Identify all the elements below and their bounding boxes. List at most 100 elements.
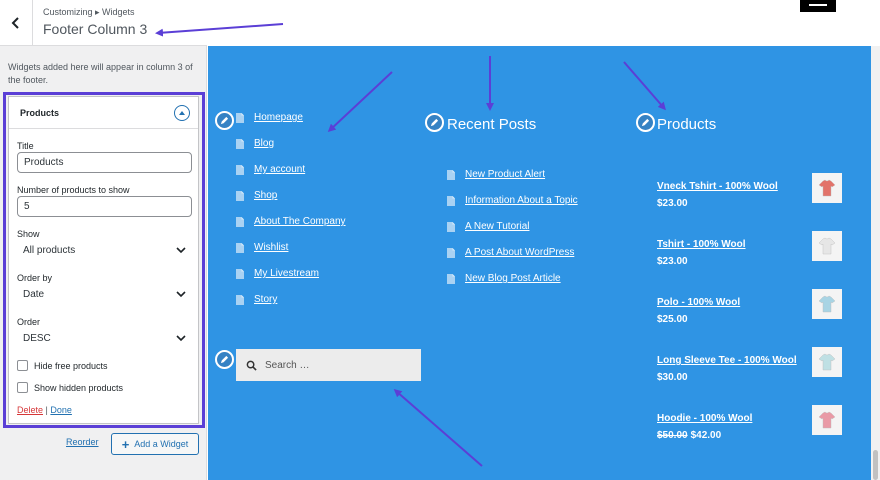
page-icon bbox=[236, 216, 244, 227]
shirt-icon bbox=[818, 411, 836, 429]
title-label: Title bbox=[17, 141, 34, 151]
add-widget-button[interactable]: + Add a Widget bbox=[111, 433, 199, 455]
nav-menu-item-label: Story bbox=[254, 294, 278, 305]
customizer-sidebar: Customizing ▸ Widgets Footer Column 3 Wi… bbox=[0, 0, 207, 480]
recent-post-item[interactable]: New Product Alert bbox=[447, 169, 545, 180]
show-select[interactable]: All products bbox=[17, 240, 192, 260]
widget-header[interactable]: Products bbox=[9, 97, 198, 129]
order-select[interactable]: DESC bbox=[17, 328, 192, 348]
nav-menu-item-label: Shop bbox=[254, 190, 278, 201]
reorder-link[interactable]: Reorder bbox=[66, 437, 99, 447]
nav-menu-item-label: My account bbox=[254, 164, 306, 175]
order-label: Order bbox=[17, 317, 41, 327]
edit-shortcut-nav[interactable] bbox=[215, 111, 234, 130]
search-field[interactable]: Search … bbox=[236, 349, 421, 381]
nav-menu-item[interactable]: About The Company bbox=[236, 216, 346, 227]
product-thumbnail[interactable] bbox=[812, 405, 842, 435]
hide-free-checkbox[interactable] bbox=[17, 360, 28, 371]
page-icon bbox=[447, 247, 455, 258]
edit-shortcut-products[interactable] bbox=[636, 113, 655, 132]
edit-shortcut-search[interactable] bbox=[215, 350, 234, 369]
page-icon bbox=[236, 242, 244, 253]
page-icon bbox=[236, 268, 244, 279]
shirt-icon bbox=[818, 237, 836, 255]
page-icon bbox=[447, 273, 455, 284]
done-link[interactable]: Done bbox=[50, 405, 72, 415]
product-thumbnail[interactable] bbox=[812, 231, 842, 261]
search-icon bbox=[246, 360, 257, 371]
nav-menu-item[interactable]: Shop bbox=[236, 190, 277, 201]
nav-menu-item[interactable]: Blog bbox=[236, 138, 274, 149]
shirt-icon bbox=[818, 295, 836, 313]
page-icon bbox=[447, 195, 455, 206]
edit-shortcut-recent-posts[interactable] bbox=[425, 113, 444, 132]
hide-free-checkbox-row[interactable]: Hide free products bbox=[17, 360, 108, 371]
panel-title: Footer Column 3 bbox=[43, 21, 148, 37]
nav-menu-item-label: Homepage bbox=[254, 112, 303, 123]
nav-menu-item-label: Blog bbox=[254, 138, 275, 149]
product-thumbnail[interactable] bbox=[812, 289, 842, 319]
products-title: Products bbox=[657, 116, 717, 133]
nav-menu-item-label: Wishlist bbox=[254, 242, 289, 253]
recent-post-item[interactable]: Information About a Topic bbox=[447, 195, 578, 206]
menu-toggle-button[interactable] bbox=[800, 0, 836, 12]
show-label: Show bbox=[17, 229, 40, 239]
chevron-down-icon bbox=[176, 247, 186, 254]
product-price-value: $25.00 bbox=[657, 314, 688, 325]
scrollbar-thumb[interactable] bbox=[873, 450, 878, 480]
nav-menu-item[interactable]: Wishlist bbox=[236, 242, 288, 253]
page-icon bbox=[236, 190, 244, 201]
orderby-select[interactable]: Date bbox=[17, 284, 192, 304]
recent-post-item[interactable]: New Blog Post Article bbox=[447, 273, 561, 284]
breadcrumb: Customizing ▸ Widgets bbox=[43, 7, 135, 17]
recent-post-label: Information About a Topic bbox=[465, 195, 578, 206]
hide-free-label: Hide free products bbox=[34, 360, 108, 371]
recent-posts-title: Recent Posts bbox=[447, 116, 537, 133]
recent-post-item[interactable]: A Post About WordPress bbox=[447, 247, 574, 258]
nav-menu-item[interactable]: Homepage bbox=[236, 112, 303, 123]
page-icon bbox=[236, 138, 244, 149]
recent-post-label: New Blog Post Article bbox=[465, 273, 561, 284]
recent-post-label: A New Tutorial bbox=[465, 221, 530, 232]
widget-title: Products bbox=[20, 108, 60, 118]
page-icon bbox=[447, 169, 455, 180]
nav-menu-item[interactable]: Story bbox=[236, 294, 277, 305]
search-placeholder: Search … bbox=[265, 359, 310, 371]
pencil-icon bbox=[641, 118, 650, 127]
show-select-value: All products bbox=[23, 244, 76, 256]
count-label: Number of products to show bbox=[17, 185, 130, 195]
show-hidden-checkbox[interactable] bbox=[17, 382, 28, 393]
pencil-icon bbox=[220, 355, 229, 364]
product-thumbnail[interactable] bbox=[812, 173, 842, 203]
count-input[interactable] bbox=[17, 196, 192, 217]
products-widget: Products Title Number of products to sho… bbox=[8, 96, 199, 424]
chevron-left-icon bbox=[11, 17, 19, 29]
product-thumbnail[interactable] bbox=[812, 347, 842, 377]
pencil-icon bbox=[430, 118, 439, 127]
title-input[interactable] bbox=[17, 152, 192, 173]
show-hidden-checkbox-row[interactable]: Show hidden products bbox=[17, 382, 123, 393]
product-old-price: $50.00 bbox=[657, 430, 688, 441]
shirt-icon bbox=[818, 353, 836, 371]
page-icon bbox=[447, 221, 455, 232]
page-icon bbox=[236, 164, 244, 175]
recent-post-item[interactable]: A New Tutorial bbox=[447, 221, 529, 232]
chevron-down-icon bbox=[176, 335, 186, 342]
delete-link[interactable]: Delete bbox=[17, 405, 43, 415]
product-price-value: $23.00 bbox=[657, 256, 688, 267]
page-icon bbox=[236, 112, 244, 123]
order-select-value: DESC bbox=[23, 332, 51, 344]
widget-collapse-toggle[interactable] bbox=[174, 105, 190, 121]
product-item: Long Sleeve Tee - 100% Wool $30.00 bbox=[657, 347, 847, 383]
nav-menu-item[interactable]: My Livestream bbox=[236, 268, 319, 279]
product-item: Tshirt - 100% Wool $23.00 bbox=[657, 231, 847, 267]
actions-separator: | bbox=[45, 405, 48, 415]
nav-menu-item[interactable]: My account bbox=[236, 164, 305, 175]
back-button[interactable] bbox=[0, 0, 33, 46]
preview-scrollbar[interactable] bbox=[871, 46, 880, 480]
preview-header bbox=[208, 0, 880, 46]
nav-menu-item-label: About The Company bbox=[254, 216, 346, 227]
panel-description: Widgets added here will appear in column… bbox=[8, 62, 193, 85]
recent-post-label: A Post About WordPress bbox=[465, 247, 575, 258]
show-hidden-label: Show hidden products bbox=[34, 382, 124, 393]
